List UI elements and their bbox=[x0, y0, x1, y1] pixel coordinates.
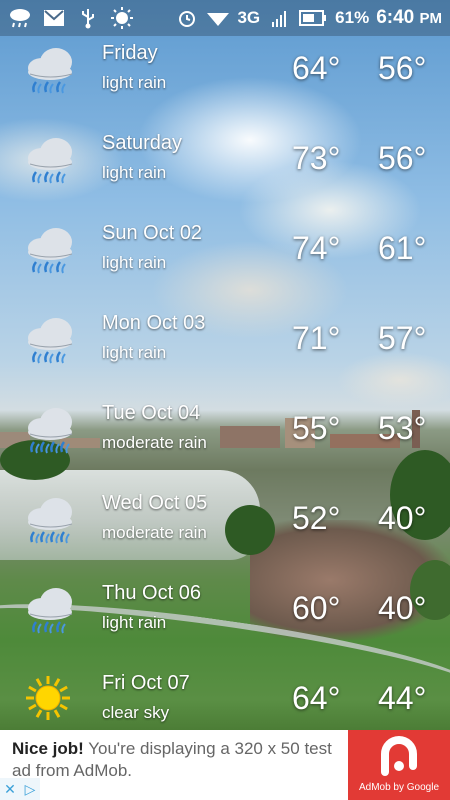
forecast-high-temp: 74° bbox=[292, 230, 341, 266]
adchoices-icon[interactable]: ▷ bbox=[20, 778, 40, 800]
forecast-row[interactable]: Wed Oct 05 moderate rain 52° 40° bbox=[0, 486, 450, 576]
clock: 6:40 PM bbox=[376, 7, 442, 28]
forecast-condition: light rain bbox=[102, 613, 167, 632]
forecast-condition: light rain bbox=[102, 73, 167, 92]
forecast-list: Friday light rain 64° 56° Saturday light… bbox=[0, 36, 450, 756]
forecast-low-temp: 53° bbox=[378, 410, 427, 446]
alarm-icon bbox=[175, 6, 199, 30]
heavy-rain-cloud-icon bbox=[22, 494, 78, 544]
forecast-condition: moderate rain bbox=[102, 433, 207, 452]
forecast-day: Sun Oct 02 bbox=[102, 222, 203, 244]
sun-icon bbox=[22, 674, 78, 724]
forecast-condition: clear sky bbox=[102, 703, 170, 722]
forecast-low-temp: 57° bbox=[378, 320, 427, 356]
forecast-high-temp: 52° bbox=[292, 500, 341, 536]
admob-logo-icon bbox=[381, 736, 417, 776]
forecast-row[interactable]: Saturday light rain 73° 56° bbox=[0, 126, 450, 216]
signal-icon bbox=[267, 6, 291, 30]
forecast-day: Wed Oct 05 bbox=[102, 492, 208, 514]
sun-icon bbox=[110, 6, 134, 30]
forecast-low-temp: 40° bbox=[378, 590, 427, 626]
gmail-icon bbox=[42, 6, 66, 30]
forecast-low-temp: 61° bbox=[378, 230, 427, 266]
forecast-day: Thu Oct 06 bbox=[102, 582, 201, 604]
forecast-low-temp: 56° bbox=[378, 140, 427, 176]
forecast-day: Fri Oct 07 bbox=[102, 672, 190, 694]
battery-icon bbox=[298, 6, 328, 30]
rain-cloud-icon bbox=[22, 44, 78, 94]
forecast-high-temp: 71° bbox=[292, 320, 341, 356]
battery-percent: 61% bbox=[335, 8, 370, 27]
forecast-row[interactable]: Mon Oct 03 light rain 71° 57° bbox=[0, 306, 450, 396]
forecast-condition: light rain bbox=[102, 163, 167, 182]
usb-icon bbox=[76, 6, 100, 30]
forecast-low-temp: 40° bbox=[378, 500, 427, 536]
cloud-rain-icon bbox=[8, 6, 32, 30]
rain-cloud-icon bbox=[22, 224, 78, 274]
ad-headline: Nice job! bbox=[12, 739, 84, 758]
forecast-day: Saturday bbox=[102, 132, 183, 154]
forecast-low-temp: 56° bbox=[378, 50, 427, 86]
forecast-low-temp: 44° bbox=[378, 680, 427, 716]
forecast-row[interactable]: Friday light rain 64° 56° bbox=[0, 36, 450, 126]
forecast-high-temp: 64° bbox=[292, 50, 341, 86]
rain-cloud-icon bbox=[22, 314, 78, 364]
rain-cloud-icon bbox=[22, 134, 78, 184]
ad-choices[interactable]: ✕ ▷ bbox=[0, 778, 42, 800]
forecast-day: Mon Oct 03 bbox=[102, 312, 206, 334]
forecast-row[interactable]: Thu Oct 06 light rain 60° 40° bbox=[0, 576, 450, 666]
heavy-rain-cloud-icon bbox=[22, 404, 78, 454]
forecast-high-temp: 73° bbox=[292, 140, 341, 176]
forecast-row[interactable]: Sun Oct 02 light rain 74° 61° bbox=[0, 216, 450, 306]
network-type: 3G bbox=[237, 8, 261, 27]
forecast-day: Friday bbox=[102, 42, 158, 64]
forecast-row[interactable]: Tue Oct 04 moderate rain 55° 53° bbox=[0, 396, 450, 486]
forecast-condition: moderate rain bbox=[102, 523, 207, 542]
forecast-condition: light rain bbox=[102, 253, 167, 272]
ad-banner[interactable]: Nice job! You're displaying a 320 x 50 t… bbox=[0, 730, 450, 800]
wifi-icon bbox=[206, 6, 230, 30]
rain-cloud-icon bbox=[22, 584, 78, 634]
forecast-day: Tue Oct 04 bbox=[102, 402, 201, 424]
forecast-condition: light rain bbox=[102, 343, 167, 362]
status-bar: 3G 61% 6:40 PM bbox=[0, 0, 450, 36]
close-icon[interactable]: ✕ bbox=[0, 778, 20, 800]
forecast-high-temp: 64° bbox=[292, 680, 341, 716]
ad-text[interactable]: Nice job! You're displaying a 320 x 50 t… bbox=[12, 738, 342, 782]
admob-logo[interactable]: AdMob by Google bbox=[348, 730, 450, 800]
admob-brand-label: AdMob by Google bbox=[358, 782, 440, 793]
forecast-high-temp: 60° bbox=[292, 590, 341, 626]
forecast-high-temp: 55° bbox=[292, 410, 341, 446]
